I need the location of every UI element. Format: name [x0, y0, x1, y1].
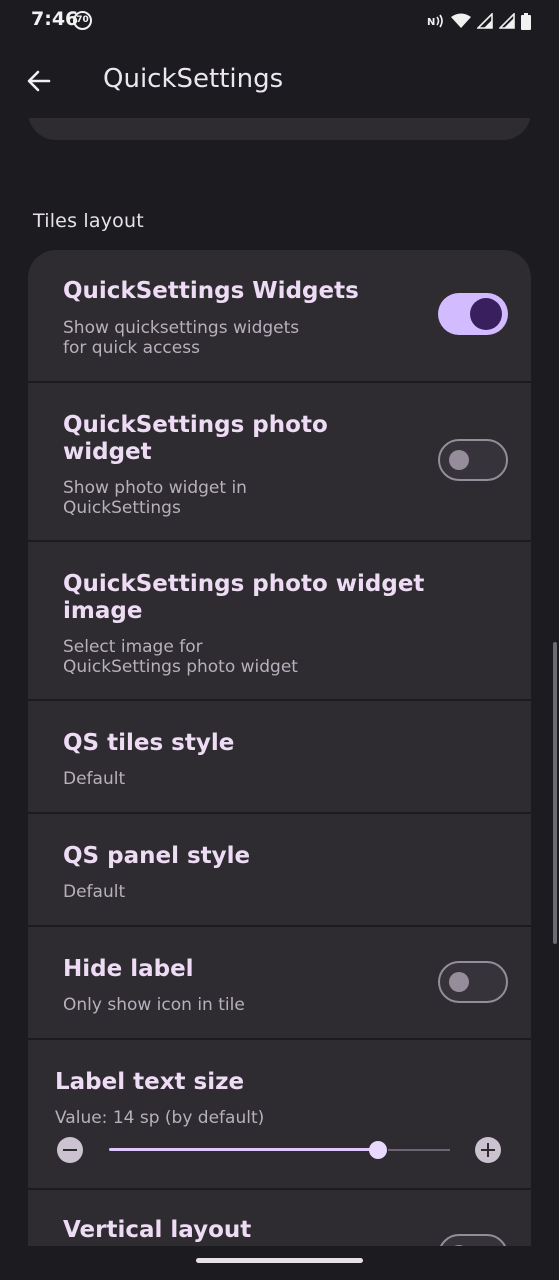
qs-photo-widget-toggle[interactable] — [438, 439, 508, 481]
setting-subtitle: Only show icon in tile — [63, 995, 245, 1015]
setting-title: QuickSettings photo widget — [63, 412, 328, 465]
signal-icon — [477, 13, 493, 29]
toggle-knob — [449, 1245, 469, 1246]
status-bar: 7:46 70 N — [0, 0, 559, 44]
slider-thumb[interactable] — [369, 1141, 388, 1159]
setting-title: QS panel style — [63, 843, 251, 869]
slider-track-active — [109, 1148, 379, 1151]
setting-item-label-text-size: Label text size Value: 14 sp (by default… — [28, 1040, 531, 1188]
toggle-knob — [449, 450, 469, 470]
page-title: QuickSettings — [103, 64, 284, 94]
setting-title: Vertical layout — [63, 1217, 252, 1243]
toggle-knob — [449, 972, 469, 992]
setting-item-qs-panel-style[interactable]: QS panel style Default — [28, 814, 531, 925]
section-title: Tiles layout — [33, 210, 144, 232]
toggle-knob — [470, 298, 502, 330]
signal-icon — [499, 13, 515, 29]
setting-title: Hide label — [63, 956, 194, 982]
settings-list[interactable]: Tiles layout QuickSettings Widgets Show … — [0, 118, 559, 1246]
setting-item-qs-photo-widget-image[interactable]: QuickSettings photo widget image Select … — [28, 542, 531, 699]
hide-label-toggle[interactable] — [438, 961, 508, 1003]
setting-subtitle: Select image for QuickSettings photo wid… — [63, 637, 298, 677]
setting-item-vertical-layout[interactable]: Vertical layout — [28, 1190, 531, 1246]
slider-value-text: Value: 14 sp (by default) — [55, 1108, 265, 1128]
setting-item-hide-label[interactable]: Hide label Only show icon in tile — [28, 927, 531, 1038]
setting-subtitle: Default — [63, 769, 126, 789]
nfc-icon: N — [427, 14, 443, 28]
slider-title: Label text size — [55, 1069, 245, 1095]
system-icons: N — [427, 11, 531, 31]
app-bar: QuickSettings — [0, 44, 559, 118]
setting-subtitle: Show quicksettings widgets for quick acc… — [63, 318, 300, 358]
battery-icon — [521, 12, 531, 30]
minus-circle-icon[interactable] — [57, 1137, 83, 1163]
notification-badge-icon: 70 — [73, 11, 92, 30]
plus-circle-icon[interactable] — [475, 1137, 501, 1163]
qs-widgets-toggle[interactable] — [438, 293, 508, 335]
slider-track-inactive — [388, 1149, 450, 1151]
arrow-left-icon[interactable] — [22, 64, 56, 98]
home-indicator[interactable] — [196, 1258, 363, 1263]
vertical-layout-toggle[interactable] — [438, 1234, 508, 1246]
setting-title: QS tiles style — [63, 730, 235, 756]
setting-title: QuickSettings photo widget image — [63, 571, 425, 624]
setting-item-qs-tiles-style[interactable]: QS tiles style Default — [28, 701, 531, 812]
wifi-icon — [451, 13, 471, 28]
previous-card — [28, 118, 531, 140]
setting-item-qs-widgets[interactable]: QuickSettings Widgets Show quicksettings… — [28, 250, 531, 381]
svg-text:N: N — [427, 17, 435, 28]
setting-item-qs-photo-widget[interactable]: QuickSettings photo widget Show photo wi… — [28, 383, 531, 540]
setting-subtitle: Show photo widget in QuickSettings — [63, 478, 247, 518]
setting-subtitle: Default — [63, 882, 126, 902]
status-time: 7:46 — [31, 8, 79, 30]
scrollbar[interactable] — [553, 642, 557, 944]
setting-title: QuickSettings Widgets — [63, 278, 359, 304]
